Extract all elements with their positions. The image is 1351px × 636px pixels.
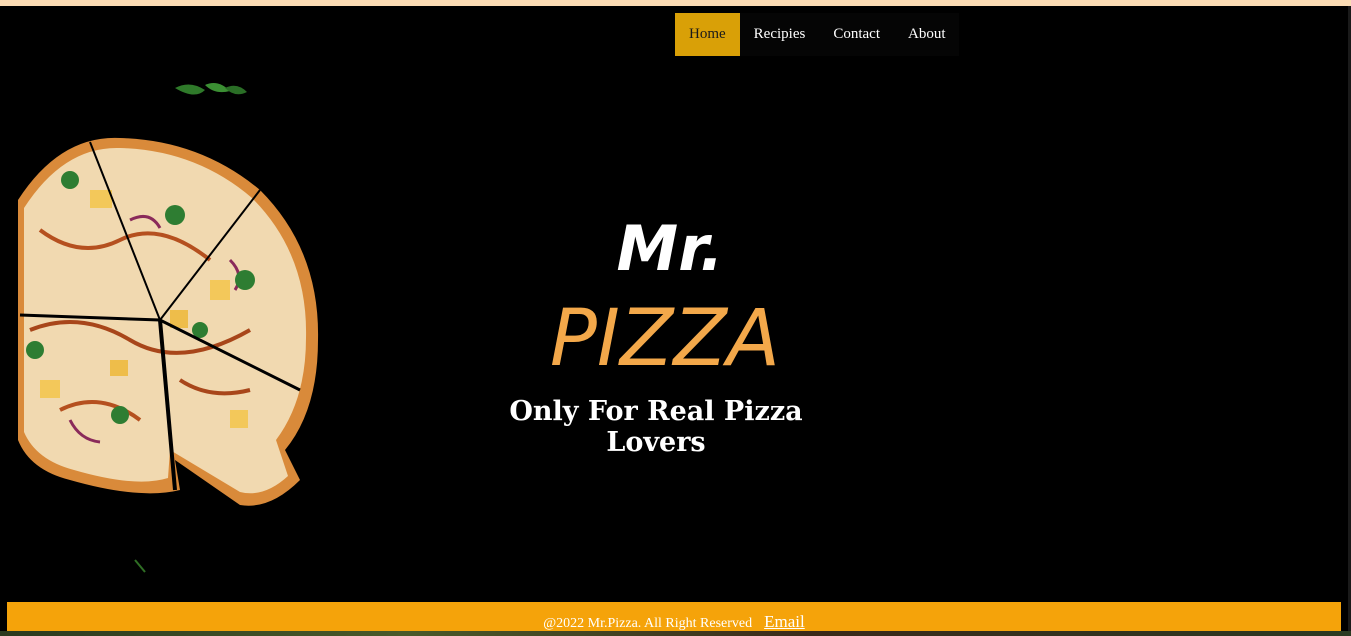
bottom-image-strip bbox=[0, 631, 1351, 636]
nav-recipies-link[interactable]: Recipies bbox=[740, 13, 820, 56]
footer-email-link[interactable]: Email bbox=[764, 612, 805, 632]
hero-tagline: Only For Real Pizza Lovers bbox=[509, 396, 803, 458]
mr-pizza-logo: Mr. PIZZA bbox=[550, 212, 780, 384]
nav-contact-link[interactable]: Contact bbox=[819, 13, 894, 56]
nav-home-link[interactable]: Home bbox=[675, 13, 740, 56]
pizza-image bbox=[18, 83, 319, 573]
nav-about-link[interactable]: About bbox=[894, 13, 960, 56]
footer-copyright: @2022 Mr.Pizza. All Right Reserved bbox=[543, 616, 753, 631]
logo-line1: Mr. bbox=[617, 212, 724, 285]
main-nav: Home Recipies Contact About bbox=[675, 13, 960, 56]
logo-line2: PIZZA bbox=[550, 294, 780, 384]
